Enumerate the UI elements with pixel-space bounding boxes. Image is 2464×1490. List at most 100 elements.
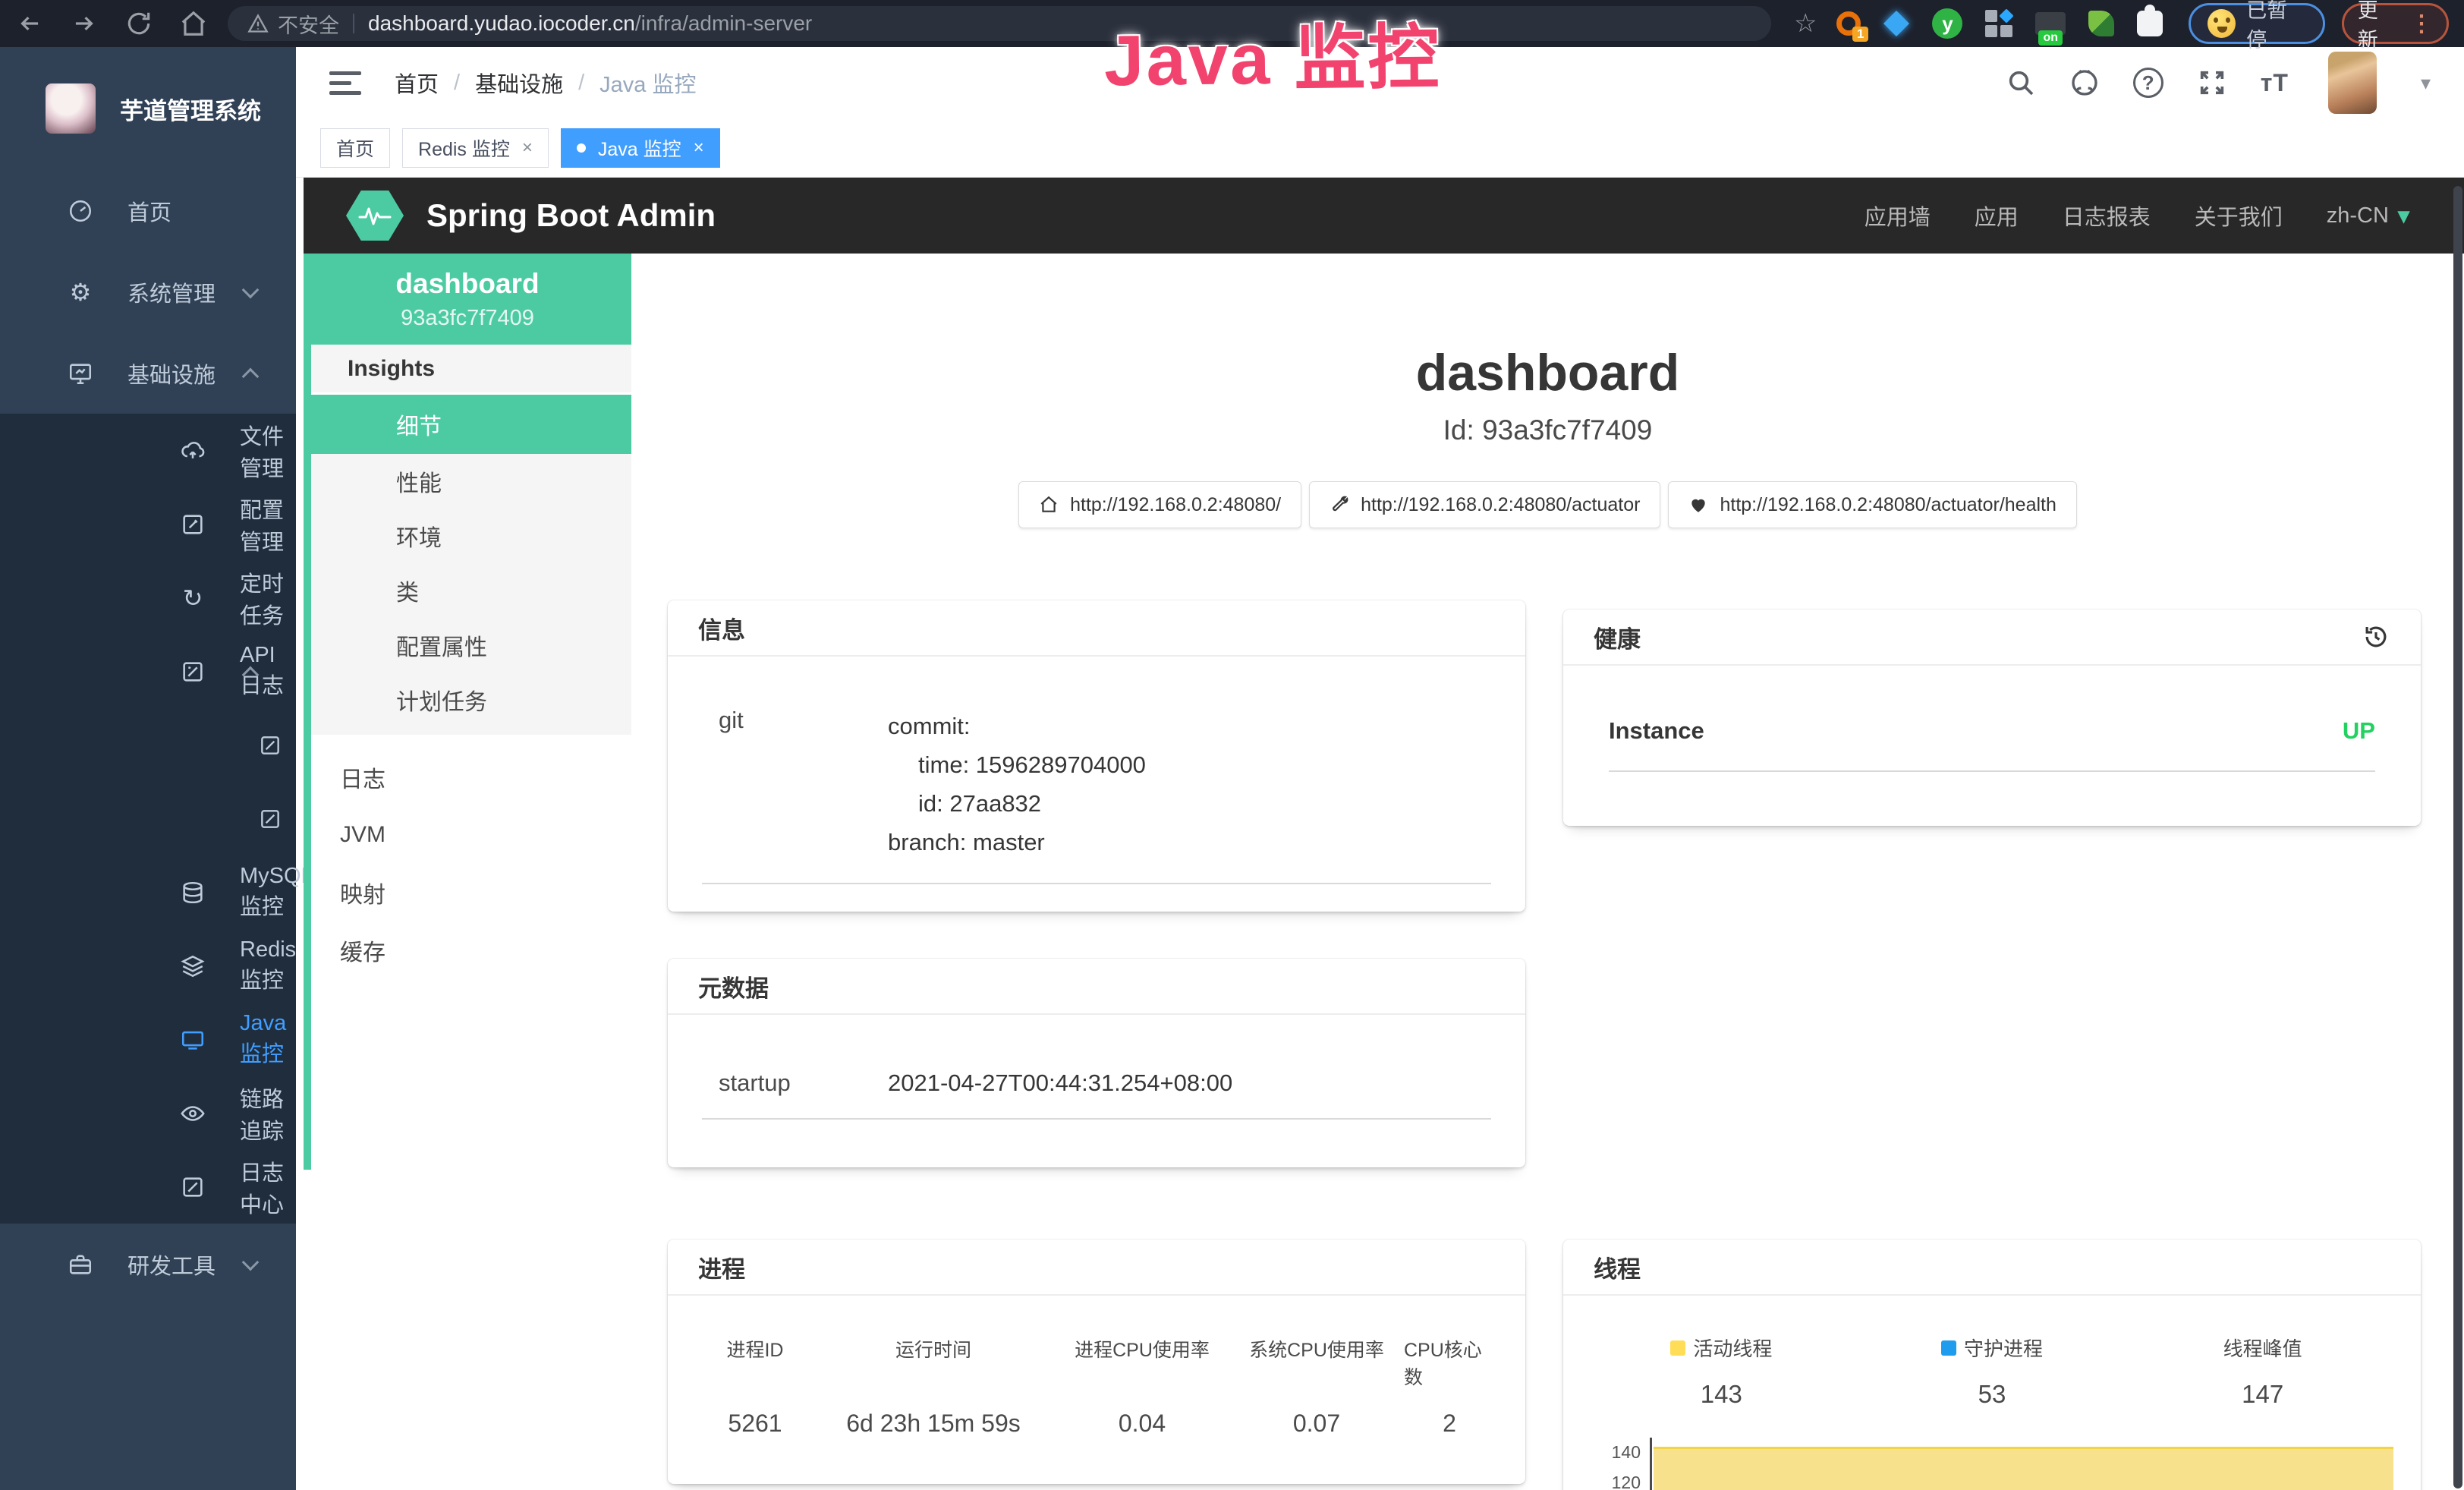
card-metadata: 元数据 startup 2021-04-27T00:44:31.254+08:0… bbox=[668, 959, 1525, 1167]
history-icon[interactable] bbox=[2362, 622, 2390, 651]
app-logo[interactable]: 芋道管理系统 bbox=[0, 47, 296, 170]
breadcrumb-home[interactable]: 首页 bbox=[395, 67, 439, 99]
sidebar-item-api-logs[interactable]: API 日志 bbox=[0, 635, 296, 708]
card-threads: 线程 活动线程 守护进 bbox=[1563, 1240, 2421, 1490]
menu-item-details[interactable]: 细节 bbox=[311, 395, 631, 454]
sidebar-item-infrastructure[interactable]: 基础设施 bbox=[0, 332, 296, 414]
menu-item-caches[interactable]: 缓存 bbox=[311, 921, 631, 979]
sidebar-item-system-mgmt[interactable]: ⚙ 系统管理 bbox=[0, 251, 296, 332]
instance-header[interactable]: dashboard 93a3fc7f7409 bbox=[304, 254, 631, 345]
sba-body: dashboard 93a3fc7f7409 Insights 细节 性能 环境… bbox=[304, 254, 2464, 1490]
address-bar[interactable]: 不安全 dashboard.yudao.iocoder.cn/infra/adm… bbox=[228, 6, 1771, 41]
sidebar-item-tracing[interactable]: 链路追踪 bbox=[0, 1076, 296, 1150]
sba-brand-title[interactable]: Spring Boot Admin bbox=[426, 197, 716, 234]
extension-onetab-icon[interactable]: on bbox=[2035, 12, 2066, 35]
menu-item-mappings[interactable]: 映射 bbox=[311, 864, 631, 921]
menu-item-jvm[interactable]: JVM bbox=[311, 806, 631, 864]
chrome-update-button[interactable]: 更新 ⋮ bbox=[2342, 3, 2449, 44]
extension-leaf-icon[interactable] bbox=[2088, 11, 2114, 36]
gear-icon: ⚙ bbox=[67, 279, 94, 306]
spring-boot-admin-frame: Spring Boot Admin 应用墙 应用 日志报表 关于我们 zh-CN… bbox=[304, 178, 2464, 1490]
sidebar-item-mysql-monitor[interactable]: MySQL 监控 bbox=[0, 855, 296, 929]
back-icon[interactable] bbox=[15, 9, 44, 38]
threads-chart: 140 120 100 bbox=[1586, 1438, 2398, 1490]
page-scrollbar[interactable] bbox=[2453, 186, 2462, 1488]
sba-locale-select[interactable]: zh-CN ▾ bbox=[2327, 203, 2409, 229]
reload-icon[interactable] bbox=[124, 9, 153, 38]
sba-nav-applications[interactable]: 应用 bbox=[1975, 200, 2019, 232]
link-service-url[interactable]: http://192.168.0.2:48080/ bbox=[1018, 481, 1301, 528]
user-avatar[interactable] bbox=[2328, 52, 2377, 114]
active-dot bbox=[577, 143, 586, 153]
daemon-threads-value: 53 bbox=[1978, 1380, 2006, 1409]
chevron-down-icon: ▾ bbox=[2398, 203, 2409, 229]
security-chip[interactable]: 不安全 bbox=[247, 9, 339, 39]
menu-item-scheduled[interactable]: 计划任务 bbox=[311, 673, 631, 727]
tab-java-monitor[interactable]: Java 监控 × bbox=[561, 128, 720, 168]
menu-item-config-props[interactable]: 配置属性 bbox=[311, 618, 631, 673]
sba-nav-journal[interactable]: 日志报表 bbox=[2063, 200, 2151, 232]
live-threads-value: 143 bbox=[1701, 1380, 1742, 1409]
bookmark-star-icon[interactable]: ☆ bbox=[1794, 8, 1817, 39]
sidebar-item-config-mgmt[interactable]: 配置管理 bbox=[0, 487, 296, 561]
process-col-header: 进程ID bbox=[726, 1335, 783, 1390]
extension-pin-icon[interactable] bbox=[1883, 11, 1909, 36]
menu-item-environment[interactable]: 环境 bbox=[311, 509, 631, 563]
close-icon[interactable]: × bbox=[522, 137, 533, 159]
card-process-header: 进程 bbox=[668, 1240, 1525, 1296]
menu-item-logs[interactable]: 日志 bbox=[311, 748, 631, 806]
menu-dots-icon[interactable]: ⋮ bbox=[2410, 11, 2433, 37]
home-icon[interactable] bbox=[179, 9, 208, 38]
sba-nav-about[interactable]: 关于我们 bbox=[2195, 200, 2283, 232]
sidebar-item-log-center[interactable]: 日志中心 bbox=[0, 1150, 296, 1224]
sidebar-item-access-logs[interactable]: 访问日志 bbox=[0, 708, 296, 782]
sidebar-item-home[interactable]: 首页 bbox=[0, 170, 296, 251]
hamburger-icon[interactable] bbox=[329, 71, 361, 95]
github-icon[interactable] bbox=[2069, 68, 2100, 98]
extensions-puzzle-icon[interactable] bbox=[2137, 11, 2163, 36]
url-path: /infra/admin-server bbox=[635, 11, 812, 35]
link-actuator-url[interactable]: http://192.168.0.2:48080/actuator bbox=[1309, 481, 1660, 528]
sba-instance-sidebar: dashboard 93a3fc7f7409 Insights 细节 性能 环境… bbox=[304, 254, 631, 1490]
tab-redis-monitor[interactable]: Redis 监控 × bbox=[402, 128, 549, 168]
extension-y-icon[interactable]: y bbox=[1932, 8, 1962, 39]
breadcrumb-separator: / bbox=[454, 71, 460, 96]
sidebar-item-file-mgmt[interactable]: 文件管理 bbox=[0, 414, 296, 487]
health-instance-row[interactable]: Instance UP bbox=[1609, 717, 2375, 772]
card-threads-header: 线程 bbox=[1563, 1240, 2421, 1296]
link-health-url[interactable]: http://192.168.0.2:48080/actuator/health bbox=[1668, 481, 2076, 528]
y-tick: 120 bbox=[1612, 1473, 1641, 1490]
profile-paused-chip[interactable]: 已暂停 bbox=[2189, 3, 2324, 44]
annotation-java-monitor: Java 监控 bbox=[1103, 0, 1442, 106]
cards-right-column: 健康 Instance UP bbox=[1563, 600, 2421, 1490]
menu-top-group: 日志 JVM 映射 缓存 bbox=[311, 748, 631, 979]
extension-grid-icon[interactable] bbox=[1985, 10, 2012, 37]
sba-logo-icon[interactable] bbox=[346, 191, 404, 241]
menu-item-classes[interactable]: 类 bbox=[311, 563, 631, 618]
layers-icon bbox=[179, 953, 206, 980]
text-size-icon[interactable]: тT bbox=[2261, 69, 2289, 97]
fullscreen-icon[interactable] bbox=[2197, 68, 2227, 98]
sidebar-item-java-monitor[interactable]: Java 监控 bbox=[0, 1003, 296, 1076]
search-icon[interactable] bbox=[2006, 68, 2036, 98]
help-icon[interactable]: ? bbox=[2133, 68, 2163, 98]
tab-home[interactable]: 首页 bbox=[320, 128, 390, 168]
sidebar-item-label: 研发工具 bbox=[127, 1249, 216, 1281]
y-tick: 140 bbox=[1612, 1442, 1641, 1463]
forward-icon[interactable] bbox=[70, 9, 99, 38]
menu-item-metrics[interactable]: 性能 bbox=[311, 454, 631, 509]
heartbeat-icon bbox=[1688, 495, 1708, 515]
paused-label: 已暂停 bbox=[2246, 0, 2306, 53]
breadcrumb-infra[interactable]: 基础设施 bbox=[475, 67, 563, 99]
extension-refresher-icon[interactable]: 1 bbox=[1836, 11, 1861, 36]
sidebar-item-error-logs[interactable]: 错误日志 bbox=[0, 782, 296, 855]
sidebar-item-dev-tools[interactable]: 研发工具 bbox=[0, 1224, 296, 1305]
sidebar-item-scheduled-tasks[interactable]: ↻ 定时任务 bbox=[0, 561, 296, 635]
edit-icon bbox=[179, 511, 206, 538]
sba-nav-wallboard[interactable]: 应用墙 bbox=[1865, 200, 1931, 232]
close-icon[interactable]: × bbox=[694, 137, 704, 159]
dashboard-gauge-icon bbox=[67, 197, 94, 225]
avatar-caret-icon[interactable]: ▾ bbox=[2421, 71, 2431, 95]
process-col-header: 进程CPU使用率 bbox=[1075, 1335, 1210, 1390]
sidebar-item-redis-monitor[interactable]: Redis 监控 bbox=[0, 929, 296, 1003]
